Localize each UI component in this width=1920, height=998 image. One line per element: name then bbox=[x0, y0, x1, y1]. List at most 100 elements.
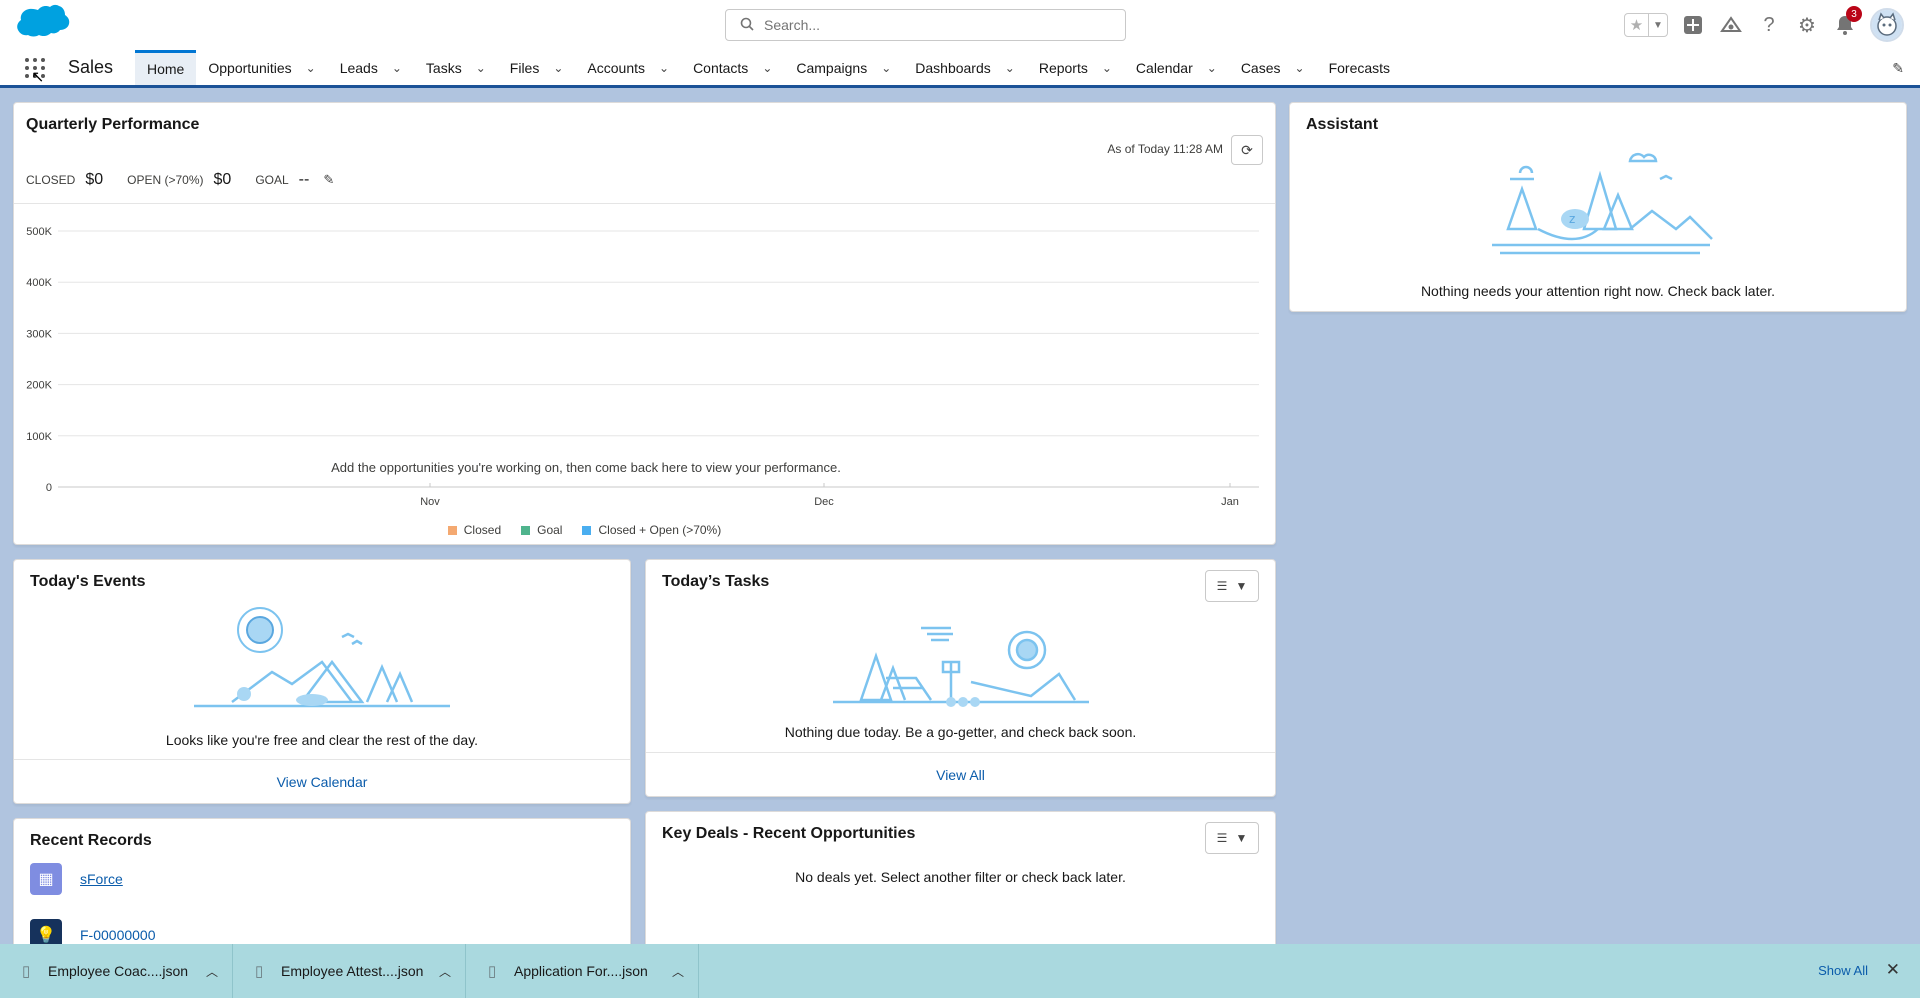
tab-label: Contacts bbox=[693, 59, 749, 76]
goal-label: GOAL bbox=[255, 173, 289, 187]
setup-gear-icon[interactable]: ⚙ bbox=[1794, 12, 1820, 38]
list-item: ▦ sForce bbox=[30, 863, 123, 895]
global-create-icon[interactable] bbox=[1680, 12, 1706, 38]
tab-calendar[interactable]: Calendar ⌄ bbox=[1124, 50, 1229, 85]
chevron-down-icon[interactable]: ⌄ bbox=[1102, 61, 1112, 75]
key-deals-title: Key Deals - Recent Opportunities bbox=[662, 825, 916, 842]
tasks-footer: View All bbox=[646, 752, 1275, 796]
tab-forecasts[interactable]: Forecasts bbox=[1317, 50, 1402, 85]
chevron-up-icon[interactable]: ︿ bbox=[425, 963, 465, 980]
legend-item: Goal bbox=[521, 523, 562, 537]
tasks-filter-button[interactable]: ☰ ▼ bbox=[1205, 570, 1259, 602]
goal-value: -- bbox=[298, 171, 310, 188]
chevron-up-icon[interactable]: ︿ bbox=[192, 963, 232, 980]
tab-leads[interactable]: Leads ⌄ bbox=[328, 50, 414, 85]
y-tick-label: 0 bbox=[46, 482, 52, 494]
key-deals-card: Key Deals - Recent Opportunities ☰ ▼ No … bbox=[645, 811, 1276, 948]
download-filename: Employee Attest....json bbox=[281, 963, 424, 979]
assistant-title: Assistant bbox=[1306, 116, 1379, 133]
notification-badge: 3 bbox=[1846, 6, 1862, 22]
global-search[interactable]: Search... bbox=[725, 9, 1126, 41]
deals-filter-button[interactable]: ☰ ▼ bbox=[1205, 822, 1259, 854]
notifications-bell-icon[interactable]: 3 bbox=[1832, 6, 1862, 38]
performance-stats: CLOSED $0 OPEN (>70%) $0 GOAL -- ✎ bbox=[26, 171, 334, 189]
legend-swatch bbox=[582, 525, 592, 535]
assistant-empty-message: Nothing needs your attention right now. … bbox=[1420, 283, 1776, 299]
legend-item: Closed bbox=[447, 523, 501, 537]
edit-nav-pencil-icon[interactable]: ✎ bbox=[1892, 60, 1904, 77]
chevron-down-icon[interactable]: ⌄ bbox=[553, 61, 563, 75]
download-item[interactable]: ▯ Employee Attest....json ︿ bbox=[233, 944, 466, 998]
y-tick-label: 500K bbox=[26, 226, 52, 238]
mouse-cursor-icon: ↖ bbox=[31, 69, 45, 86]
show-all-downloads-link[interactable]: Show All bbox=[1818, 963, 1868, 978]
chevron-up-icon[interactable]: ︿ bbox=[658, 963, 698, 980]
chevron-down-icon[interactable]: ⌄ bbox=[1005, 61, 1015, 75]
app-name: Sales bbox=[68, 57, 114, 77]
y-tick-label: 400K bbox=[26, 277, 52, 289]
refresh-button[interactable]: ⟳ bbox=[1231, 135, 1263, 165]
recent-records-title: Recent Records bbox=[30, 832, 152, 849]
tab-accounts[interactable]: Accounts ⌄ bbox=[575, 50, 681, 85]
y-tick-label: 300K bbox=[26, 328, 52, 340]
tab-dashboards[interactable]: Dashboards ⌄ bbox=[903, 50, 1027, 85]
tab-home[interactable]: Home bbox=[135, 50, 197, 85]
favorite-star-icon[interactable]: ★ bbox=[1625, 14, 1649, 36]
tab-label: Leads bbox=[339, 59, 378, 76]
events-empty-message: Looks like you're free and clear the res… bbox=[165, 732, 479, 748]
user-avatar[interactable] bbox=[1870, 8, 1904, 42]
tab-label: Tasks bbox=[425, 59, 462, 76]
filter-list-icon: ☰ bbox=[1216, 579, 1228, 593]
search-placeholder: Search... bbox=[764, 17, 821, 33]
tab-cases[interactable]: Cases ⌄ bbox=[1229, 50, 1317, 85]
help-icon[interactable]: ? bbox=[1756, 12, 1782, 38]
tab-tasks[interactable]: Tasks ⌄ bbox=[414, 50, 498, 85]
open-label: OPEN (>70%) bbox=[127, 173, 204, 187]
tab-reports[interactable]: Reports ⌄ bbox=[1027, 50, 1124, 85]
download-filename: Application For....json bbox=[514, 963, 648, 979]
chevron-down-icon[interactable]: ⌄ bbox=[881, 61, 891, 75]
trailhead-icon[interactable] bbox=[1718, 12, 1744, 38]
closed-value: $0 bbox=[85, 171, 104, 188]
performance-chart: 0 100K 200K 300K 400K 500K Nov Dec Jan Add the … bbox=[26, 226, 1259, 508]
todays-tasks-title: Today’s Tasks bbox=[662, 573, 770, 590]
view-all-link[interactable]: View All bbox=[936, 767, 985, 783]
download-item[interactable]: ▯ Application For....json ︿ bbox=[466, 944, 699, 998]
chevron-down-icon[interactable]: ⌄ bbox=[1207, 61, 1217, 75]
search-icon bbox=[740, 17, 754, 34]
tasks-illustration bbox=[833, 626, 1089, 707]
refresh-icon: ⟳ bbox=[1241, 141, 1253, 158]
chart-legend: Closed Goal Closed + Open (>70%) bbox=[14, 523, 1275, 537]
view-calendar-link[interactable]: View Calendar bbox=[277, 774, 368, 790]
tab-files[interactable]: Files ⌄ bbox=[498, 50, 576, 85]
tab-opportunities[interactable]: Opportunities ⌄ bbox=[196, 50, 327, 85]
tab-campaigns[interactable]: Campaigns ⌄ bbox=[784, 50, 903, 85]
chevron-down-icon[interactable]: ⌄ bbox=[1295, 61, 1305, 75]
as-of-timestamp: As of Today 11:28 AM bbox=[1107, 142, 1223, 156]
favorites-group: ★ ▼ bbox=[1624, 13, 1668, 37]
salesforce-logo[interactable] bbox=[14, 4, 74, 46]
stats-divider bbox=[14, 203, 1275, 204]
record-link[interactable]: F-00000000 bbox=[80, 927, 156, 943]
close-icon[interactable]: ✕ bbox=[1886, 960, 1900, 980]
legend-swatch bbox=[447, 525, 457, 535]
camping-illustration bbox=[194, 607, 450, 708]
edit-goal-pencil-icon[interactable]: ✎ bbox=[323, 172, 334, 188]
chevron-down-icon[interactable]: ⌄ bbox=[762, 61, 772, 75]
deals-empty-message: No deals yet. Select another filter or c… bbox=[795, 869, 1126, 885]
chevron-down-icon[interactable]: ⌄ bbox=[392, 61, 402, 75]
tab-label: Files bbox=[509, 59, 540, 76]
chevron-down-icon[interactable]: ⌄ bbox=[476, 61, 486, 75]
events-footer: View Calendar bbox=[14, 759, 630, 803]
chevron-down-icon[interactable]: ⌄ bbox=[306, 61, 316, 75]
legend-label: Goal bbox=[537, 523, 563, 537]
tab-contacts[interactable]: Contacts ⌄ bbox=[681, 50, 784, 85]
download-filename: Employee Coac....json bbox=[48, 963, 189, 979]
record-link[interactable]: sForce bbox=[80, 871, 123, 887]
account-icon: ▦ bbox=[30, 863, 62, 895]
favorites-menu-chevron-icon[interactable]: ▼ bbox=[1649, 14, 1667, 36]
hammock-illustration: z bbox=[1492, 152, 1713, 255]
legend-item: Closed + Open (>70%) bbox=[582, 523, 721, 537]
download-item[interactable]: ▯ Employee Coac....json ︿ bbox=[0, 944, 233, 998]
chevron-down-icon[interactable]: ⌄ bbox=[659, 61, 669, 75]
